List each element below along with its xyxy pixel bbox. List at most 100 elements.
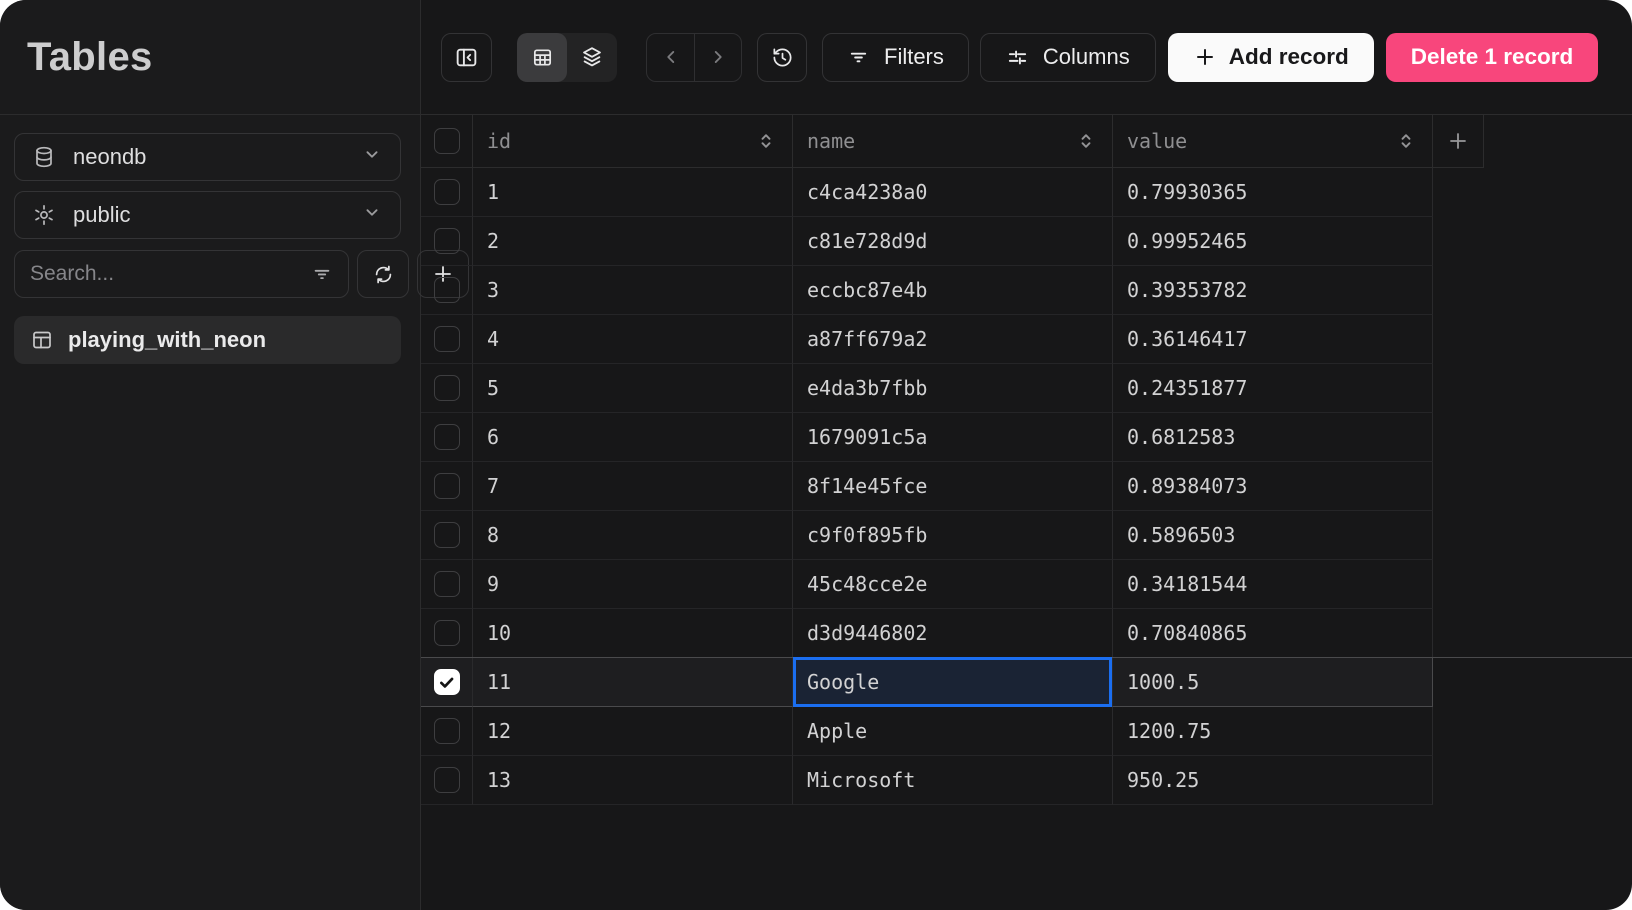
collapse-sidebar-button[interactable] (441, 32, 492, 82)
select-all-cell (421, 115, 473, 168)
select-all-checkbox[interactable] (433, 128, 460, 154)
row-spacer (1433, 609, 1484, 658)
schema-select[interactable]: public (14, 191, 401, 239)
sliders-icon (1006, 46, 1029, 69)
row-checkbox[interactable] (433, 179, 460, 205)
cell-value[interactable]: 1200.75 (1113, 707, 1433, 756)
database-select[interactable]: neondb (14, 133, 401, 181)
column-header-value[interactable]: value (1113, 115, 1433, 168)
history-button[interactable] (757, 32, 807, 82)
cell-id[interactable]: 10 (473, 609, 793, 658)
row-checkbox[interactable] (433, 326, 460, 352)
previous-page-button[interactable] (647, 34, 694, 81)
chevron-right-icon (707, 46, 729, 68)
row-checkbox[interactable] (433, 522, 460, 548)
row-spacer (1433, 707, 1484, 756)
row-select-cell (421, 756, 473, 805)
filter-lines-icon[interactable] (311, 263, 333, 285)
cell-name[interactable]: 1679091c5a (793, 413, 1113, 462)
cell-id[interactable]: 6 (473, 413, 793, 462)
layers-view-button[interactable] (567, 33, 617, 82)
cell-name[interactable]: c9f0f895fb (793, 511, 1113, 560)
row-select-cell (421, 658, 473, 707)
cell-value[interactable]: 0.24351877 (1113, 364, 1433, 413)
delete-record-button[interactable]: Delete 1 record (1385, 32, 1599, 82)
table-row: 7 8f14e45fce 0.89384073 (421, 462, 1632, 511)
cell-value[interactable]: 0.39353782 (1113, 266, 1433, 315)
cell-id[interactable]: 5 (473, 364, 793, 413)
cell-id[interactable]: 9 (473, 560, 793, 609)
table-row: 6 1679091c5a 0.6812583 (421, 413, 1632, 462)
row-spacer (1433, 413, 1484, 462)
next-page-button[interactable] (694, 33, 741, 81)
row-checkbox[interactable] (433, 718, 460, 744)
table-row: 5 e4da3b7fbb 0.24351877 (421, 364, 1632, 413)
cell-value[interactable]: 950.25 (1113, 756, 1433, 805)
row-checkbox[interactable] (433, 277, 460, 303)
row-checkbox[interactable] (433, 228, 460, 254)
column-header-name[interactable]: name (793, 115, 1113, 168)
cell-name[interactable]: Google (793, 657, 1113, 707)
history-icon (771, 46, 794, 69)
row-spacer (1433, 217, 1484, 266)
cell-id[interactable]: 11 (473, 658, 793, 707)
toolbar: Filters Columns Add record Delete 1 reco… (421, 0, 1632, 115)
row-checkbox[interactable] (433, 669, 460, 695)
cell-value[interactable]: 0.70840865 (1113, 609, 1433, 658)
sort-icon (1074, 129, 1098, 153)
row-select-cell (421, 560, 473, 609)
cell-name[interactable]: Apple (793, 707, 1113, 756)
cell-value[interactable]: 1000.5 (1113, 658, 1433, 707)
sidebar-body: neondb public Search... playing_with_neo… (0, 115, 469, 364)
sidebar-item-playing-with-neon[interactable]: playing_with_neon (14, 316, 401, 364)
cell-name[interactable]: a87ff679a2 (793, 315, 1113, 364)
column-header-id[interactable]: id (473, 115, 793, 168)
cell-name[interactable]: 45c48cce2e (793, 560, 1113, 609)
row-spacer (1433, 658, 1484, 707)
cell-value[interactable]: 0.34181544 (1113, 560, 1433, 609)
cell-id[interactable]: 1 (473, 168, 793, 217)
search-input[interactable] (30, 262, 301, 286)
cell-id[interactable]: 2 (473, 217, 793, 266)
add-column-button[interactable] (1433, 115, 1484, 168)
row-checkbox[interactable] (433, 375, 460, 401)
record-pagination (646, 32, 742, 82)
table-row: 1 c4ca4238a0 0.79930365 (421, 168, 1632, 217)
cell-name[interactable]: c81e728d9d (793, 217, 1113, 266)
layers-view-icon (580, 45, 604, 69)
cell-id[interactable]: 12 (473, 707, 793, 756)
cell-id[interactable]: 7 (473, 462, 793, 511)
row-checkbox[interactable] (433, 620, 460, 646)
row-select-cell (421, 217, 473, 266)
cell-id[interactable]: 4 (473, 315, 793, 364)
cell-name[interactable]: c4ca4238a0 (793, 168, 1113, 217)
cell-value[interactable]: 0.99952465 (1113, 217, 1433, 266)
cell-name[interactable]: e4da3b7fbb (793, 364, 1113, 413)
cell-value[interactable]: 0.5896503 (1113, 511, 1433, 560)
filters-button[interactable]: Filters (822, 32, 969, 82)
delete-record-button-label: Delete 1 record (1410, 44, 1574, 69)
row-checkbox[interactable] (433, 424, 460, 450)
cell-id[interactable]: 13 (473, 756, 793, 805)
cell-value[interactable]: 0.6812583 (1113, 413, 1433, 462)
columns-button[interactable]: Columns (979, 32, 1156, 82)
row-checkbox[interactable] (433, 571, 460, 597)
cell-name[interactable]: d3d9446802 (793, 609, 1113, 658)
cell-name[interactable]: 8f14e45fce (793, 462, 1113, 511)
refresh-button[interactable] (357, 250, 409, 298)
search-box[interactable] (14, 250, 349, 298)
cell-value[interactable]: 0.36146417 (1113, 315, 1433, 364)
cell-id[interactable]: 8 (473, 511, 793, 560)
cell-name[interactable]: Microsoft (793, 756, 1113, 805)
cell-id[interactable]: 3 (473, 266, 793, 315)
table-row: 10 d3d9446802 0.70840865 (421, 609, 1632, 658)
add-record-button[interactable]: Add record (1167, 32, 1374, 82)
row-checkbox[interactable] (433, 473, 460, 499)
add-record-button-label: Add record (1228, 44, 1349, 69)
refresh-icon (372, 263, 395, 286)
cell-name[interactable]: eccbc87e4b (793, 266, 1113, 315)
grid-view-button[interactable] (517, 32, 567, 82)
row-checkbox[interactable] (433, 767, 460, 793)
cell-value[interactable]: 0.89384073 (1113, 462, 1433, 511)
cell-value[interactable]: 0.79930365 (1113, 168, 1433, 217)
